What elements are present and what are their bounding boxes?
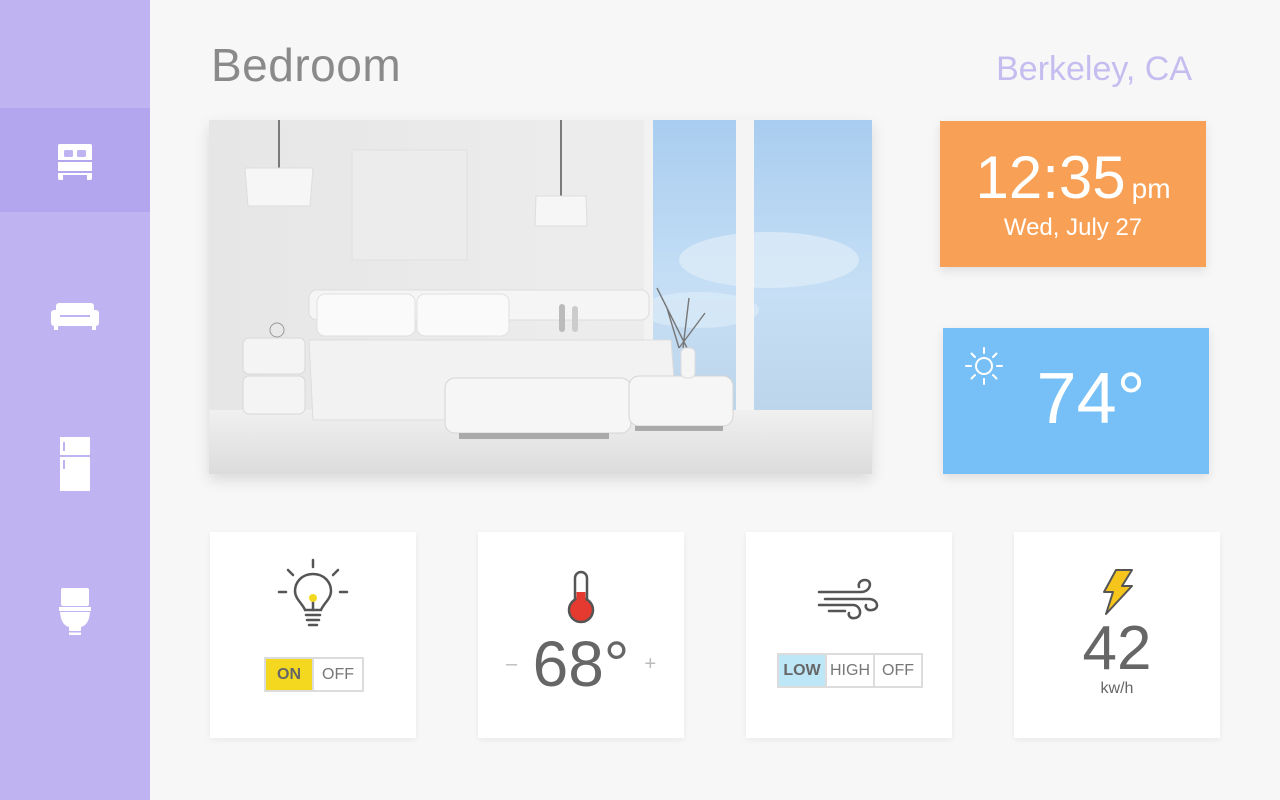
lights-on-button[interactable]: ON [266, 659, 312, 690]
sun-icon [965, 347, 1003, 385]
bed-icon [58, 144, 92, 180]
sidebar [0, 0, 150, 800]
lightbulb-icon [277, 558, 349, 627]
sidebar-item-living-room[interactable] [0, 264, 150, 368]
thermostat-value: 68° [532, 628, 630, 700]
fan-off-button[interactable]: OFF [873, 655, 921, 686]
thermostat-card: – 68° + [478, 532, 684, 738]
clock-ampm: pm [1131, 173, 1171, 204]
sidebar-item-bedroom[interactable] [0, 108, 150, 212]
room-photo [209, 120, 872, 474]
lightning-icon [1103, 569, 1133, 615]
clock-time: 12:35 [975, 144, 1126, 211]
wind-icon [817, 578, 879, 620]
bedroom-image [209, 120, 872, 474]
fan-speed-toggle: LOW HIGH OFF [777, 653, 923, 688]
clock-date: Wed, July 27 [1003, 214, 1143, 241]
fan-card: LOW HIGH OFF [746, 532, 952, 738]
fan-high-button[interactable]: HIGH [825, 655, 873, 686]
weather-temperature: 74° [1036, 359, 1146, 439]
lights-toggle: ON OFF [264, 657, 364, 692]
refrigerator-icon [60, 437, 90, 491]
energy-unit: kw/h [1100, 680, 1134, 697]
sofa-icon [51, 303, 99, 330]
location-label: Berkeley, CA [996, 50, 1192, 88]
toilet-icon [59, 588, 91, 635]
energy-card: 42 kw/h [1014, 532, 1220, 738]
fan-low-button[interactable]: LOW [779, 655, 825, 686]
page-title: Bedroom [211, 39, 402, 91]
clock-card: 12:35 pm Wed, July 27 [940, 121, 1206, 267]
sidebar-item-kitchen[interactable] [0, 412, 150, 516]
sidebar-item-bathroom[interactable] [0, 560, 150, 664]
thermometer-icon [567, 570, 595, 624]
temperature-decrease-button[interactable]: – [499, 653, 525, 676]
lights-card: ON OFF [210, 532, 416, 738]
temperature-increase-button[interactable]: + [637, 653, 663, 676]
weather-card: 74° [943, 328, 1209, 474]
energy-value: 42 [1082, 614, 1152, 683]
lights-off-button[interactable]: OFF [312, 659, 362, 690]
